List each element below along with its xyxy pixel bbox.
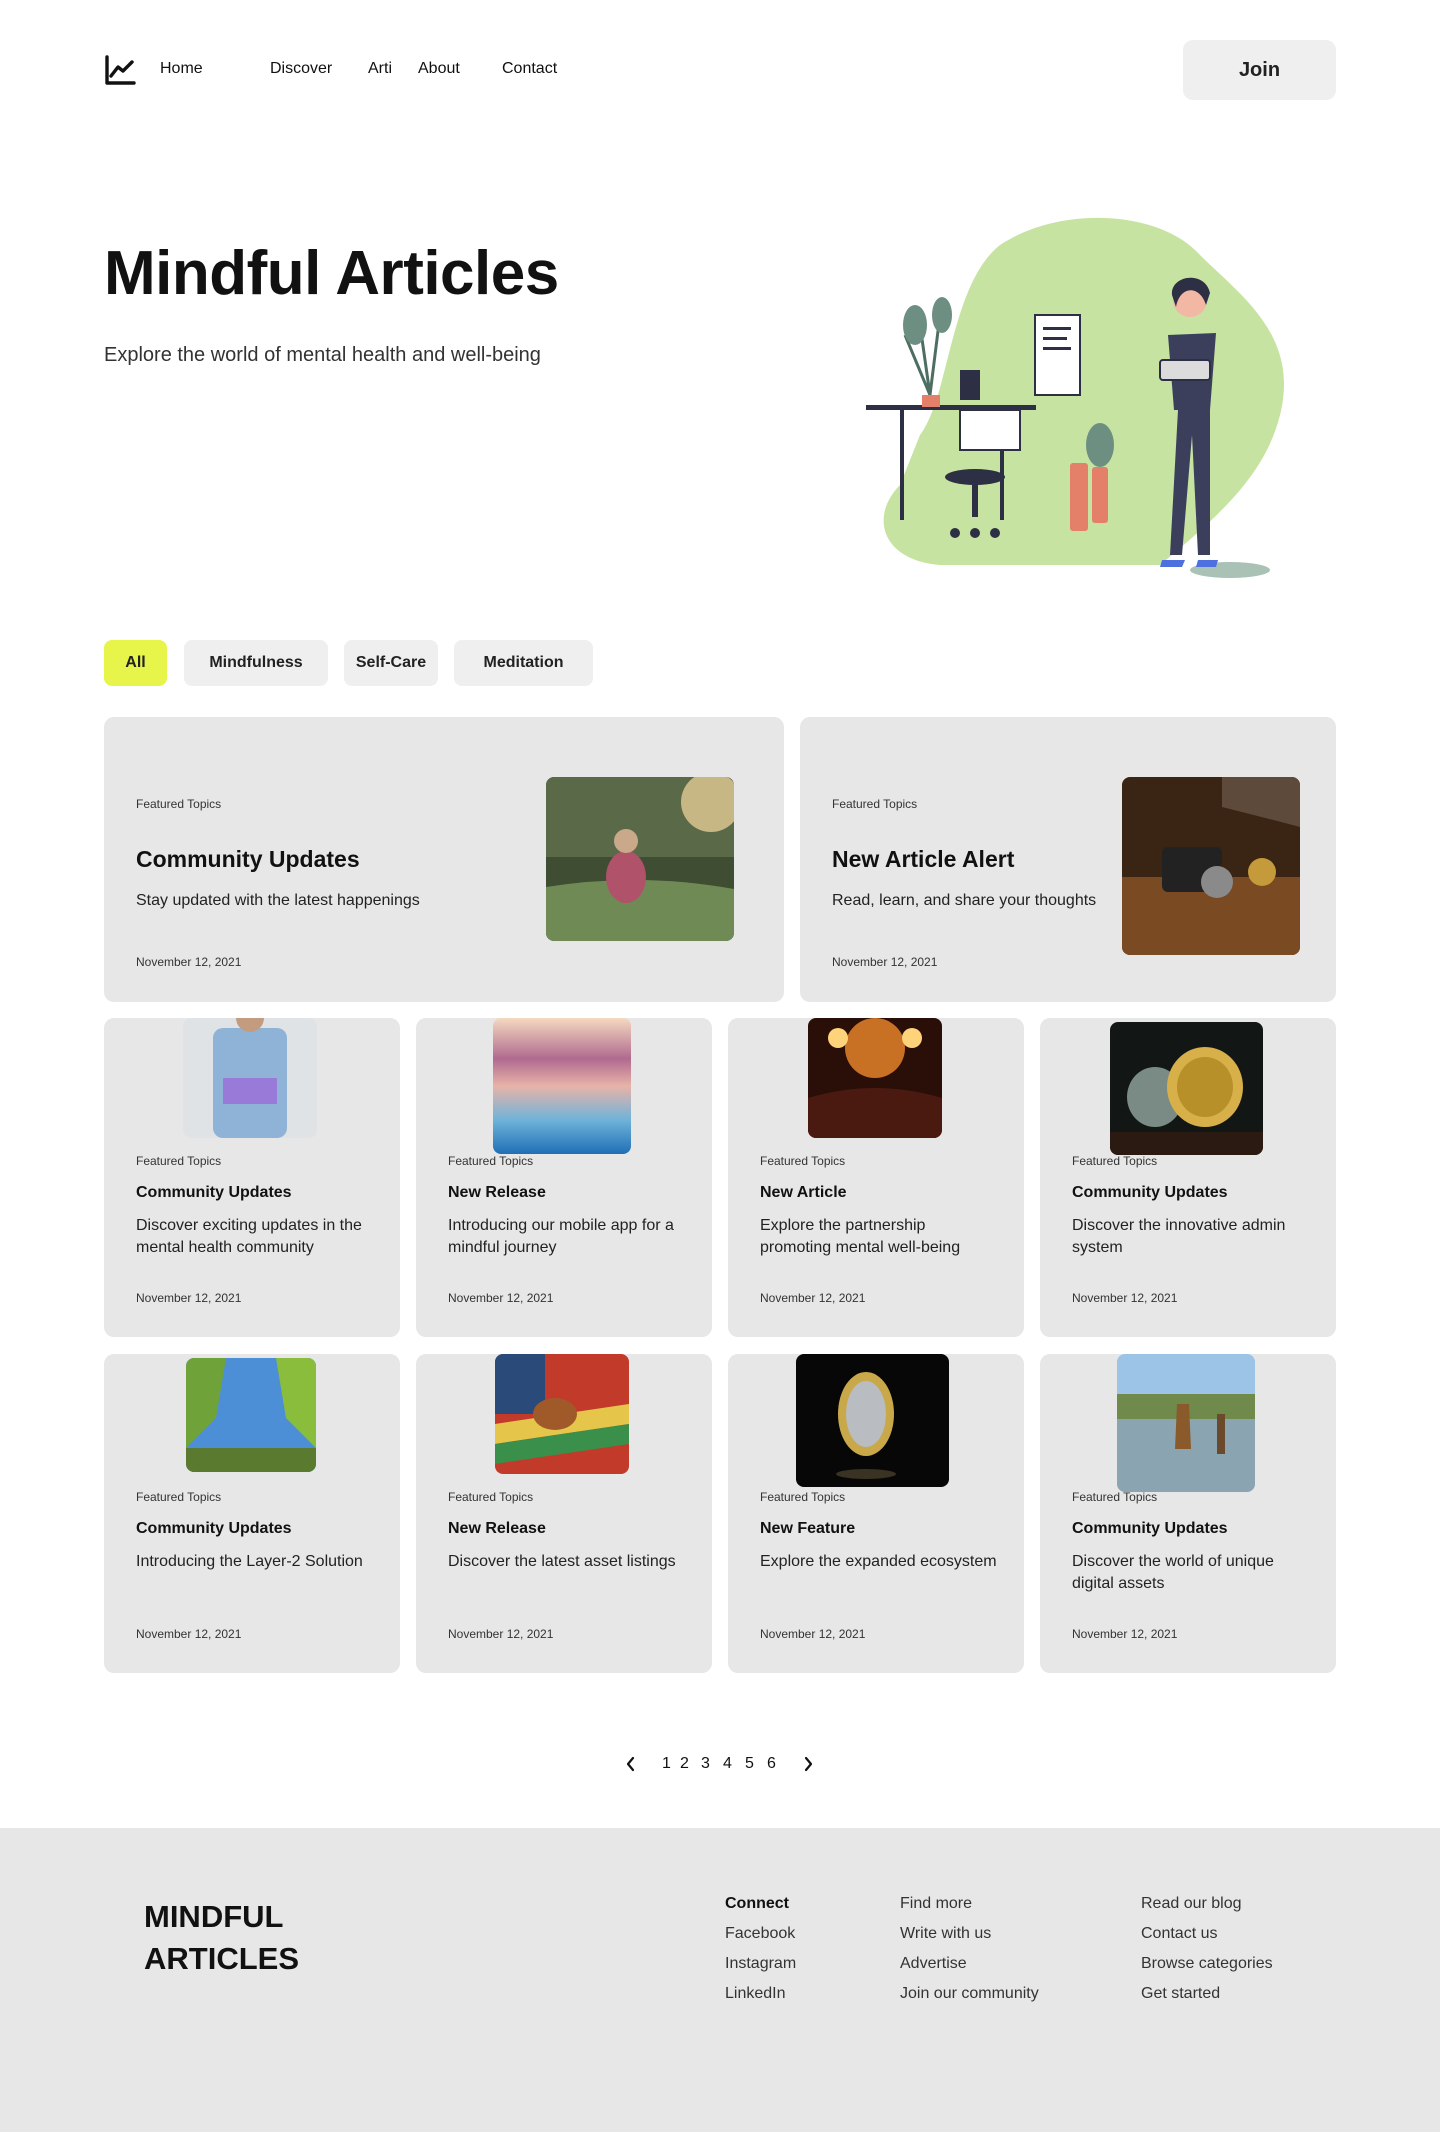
page-title: Mindful Articles bbox=[104, 239, 559, 308]
card-date: November 12, 2021 bbox=[136, 1291, 242, 1305]
card-topic: Featured Topics bbox=[448, 1490, 534, 1504]
page-6-button[interactable]: 6 bbox=[767, 1754, 776, 1774]
card-description: Stay updated with the latest happenings bbox=[136, 892, 420, 909]
card-title: New Release bbox=[448, 1184, 546, 1201]
card-title: Community Updates bbox=[136, 1184, 292, 1201]
page-5-button[interactable]: 5 bbox=[745, 1754, 754, 1774]
chart-logo-icon[interactable] bbox=[104, 54, 136, 86]
card-description: Discover the innovative admin system bbox=[1072, 1217, 1286, 1256]
card-topic: Featured Topics bbox=[136, 1154, 222, 1168]
card-topic: Featured Topics bbox=[1072, 1154, 1158, 1168]
card-image bbox=[1117, 1354, 1255, 1492]
filter-meditation[interactable]: Meditation bbox=[454, 640, 593, 686]
card-date: November 12, 2021 bbox=[760, 1291, 866, 1305]
footer-link-browse-categories[interactable]: Browse categories bbox=[1141, 1954, 1273, 1974]
footer-brand: MINDFUL ARTICLES bbox=[144, 1896, 299, 1980]
card-image bbox=[493, 1018, 631, 1154]
card-date: November 12, 2021 bbox=[1072, 1627, 1178, 1641]
card-description: Discover the latest asset listings bbox=[448, 1553, 676, 1570]
page-3-button[interactable]: 3 bbox=[701, 1754, 710, 1774]
footer-link-facebook[interactable]: Facebook bbox=[725, 1924, 795, 1944]
card-date: November 12, 2021 bbox=[448, 1627, 554, 1641]
card-title: Community Updates bbox=[1072, 1184, 1228, 1201]
card-topic: Featured Topics bbox=[832, 797, 918, 811]
nav-discover[interactable]: Discover bbox=[270, 60, 332, 78]
filter-all[interactable]: All bbox=[104, 640, 167, 686]
nav-about[interactable]: About bbox=[418, 60, 460, 78]
card-topic: Featured Topics bbox=[760, 1490, 846, 1504]
card-description: Explore the expanded ecosystem bbox=[760, 1553, 997, 1570]
card-date: November 12, 2021 bbox=[136, 1627, 242, 1641]
card-description: Introducing our mobile app for a mindful… bbox=[448, 1217, 674, 1256]
nav-articles[interactable]: Arti bbox=[368, 60, 392, 78]
footer-brand-line: MINDFUL bbox=[144, 1899, 284, 1934]
card-date: November 12, 2021 bbox=[1072, 1291, 1178, 1305]
footer-link-read-blog[interactable]: Read our blog bbox=[1141, 1894, 1242, 1914]
article-card[interactable]: Featured Topics New Release Discover the… bbox=[416, 1354, 712, 1673]
card-topic: Featured Topics bbox=[1072, 1490, 1158, 1504]
filter-mindfulness[interactable]: Mindfulness bbox=[184, 640, 328, 686]
footer-link-contact-us[interactable]: Contact us bbox=[1141, 1924, 1217, 1944]
hero-illustration bbox=[860, 215, 1300, 585]
article-card[interactable]: Featured Topics New Release Introducing … bbox=[416, 1018, 712, 1337]
footer-link-advertise[interactable]: Advertise bbox=[900, 1954, 967, 1974]
card-image bbox=[495, 1354, 629, 1474]
card-description: Explore the partnership promoting mental… bbox=[760, 1217, 961, 1256]
card-title: New Release bbox=[448, 1520, 546, 1537]
footer-link-write-with-us[interactable]: Write with us bbox=[900, 1924, 991, 1944]
card-title: New Feature bbox=[760, 1520, 856, 1537]
featured-card[interactable]: Featured Topics Community Updates Stay u… bbox=[104, 717, 784, 1002]
card-title: Community Updates bbox=[136, 1520, 292, 1537]
page-1-button[interactable]: 1 bbox=[662, 1754, 671, 1774]
footer-heading-connect: Connect bbox=[725, 1895, 789, 1912]
footer-brand-line: ARTICLES bbox=[144, 1941, 299, 1976]
nav-contact[interactable]: Contact bbox=[502, 60, 557, 78]
article-card[interactable]: Featured Topics Community Updates Discov… bbox=[1040, 1354, 1336, 1673]
card-image bbox=[796, 1354, 949, 1487]
card-image bbox=[808, 1018, 942, 1138]
nav-home[interactable]: Home bbox=[160, 60, 203, 78]
card-description: Discover exciting updates in the mental … bbox=[136, 1217, 362, 1256]
article-card[interactable]: Featured Topics Community Updates Discov… bbox=[1040, 1018, 1336, 1337]
card-topic: Featured Topics bbox=[136, 1490, 222, 1504]
card-image bbox=[546, 777, 734, 941]
card-image bbox=[183, 1018, 317, 1138]
card-topic: Featured Topics bbox=[136, 797, 222, 811]
chevron-right-icon[interactable] bbox=[801, 1755, 815, 1779]
page-4-button[interactable]: 4 bbox=[723, 1754, 732, 1774]
card-image bbox=[186, 1358, 316, 1472]
card-description: Introducing the Layer-2 Solution bbox=[136, 1553, 363, 1570]
footer-link-get-started[interactable]: Get started bbox=[1141, 1984, 1220, 2004]
footer-link-instagram[interactable]: Instagram bbox=[725, 1954, 796, 1974]
footer-link-find-more[interactable]: Find more bbox=[900, 1894, 972, 1914]
site-header: Home Discover Arti About Contact Join bbox=[0, 0, 1440, 140]
card-description: Discover the world of unique digital ass… bbox=[1072, 1553, 1274, 1592]
chevron-left-icon[interactable] bbox=[624, 1755, 638, 1779]
card-topic: Featured Topics bbox=[448, 1154, 534, 1168]
site-footer: MINDFUL ARTICLES Connect Facebook Instag… bbox=[0, 1828, 1440, 2132]
page-2-button[interactable]: 2 bbox=[680, 1754, 689, 1774]
card-description: Read, learn, and share your thoughts bbox=[832, 892, 1097, 909]
card-date: November 12, 2021 bbox=[448, 1291, 554, 1305]
article-card[interactable]: Featured Topics New Article Explore the … bbox=[728, 1018, 1024, 1337]
page-subtitle: Explore the world of mental health and w… bbox=[104, 344, 541, 366]
footer-link-join-community[interactable]: Join our community bbox=[900, 1984, 1039, 2004]
card-date: November 12, 2021 bbox=[136, 955, 242, 969]
card-title: Community Updates bbox=[1072, 1520, 1228, 1537]
article-card[interactable]: Featured Topics Community Updates Introd… bbox=[104, 1354, 400, 1673]
card-title: New Article Alert bbox=[832, 846, 1015, 872]
article-card[interactable]: Featured Topics New Feature Explore the … bbox=[728, 1354, 1024, 1673]
article-card[interactable]: Featured Topics Community Updates Discov… bbox=[104, 1018, 400, 1337]
card-title: Community Updates bbox=[136, 846, 360, 872]
card-image bbox=[1122, 777, 1300, 955]
card-date: November 12, 2021 bbox=[760, 1627, 866, 1641]
join-button[interactable]: Join bbox=[1183, 40, 1336, 100]
card-date: November 12, 2021 bbox=[832, 955, 938, 969]
card-topic: Featured Topics bbox=[760, 1154, 846, 1168]
filter-self-care[interactable]: Self-Care bbox=[344, 640, 438, 686]
featured-card[interactable]: Featured Topics New Article Alert Read, … bbox=[800, 717, 1336, 1002]
card-title: New Article bbox=[760, 1184, 847, 1201]
card-image bbox=[1110, 1022, 1263, 1155]
footer-link-linkedin[interactable]: LinkedIn bbox=[725, 1984, 786, 2004]
